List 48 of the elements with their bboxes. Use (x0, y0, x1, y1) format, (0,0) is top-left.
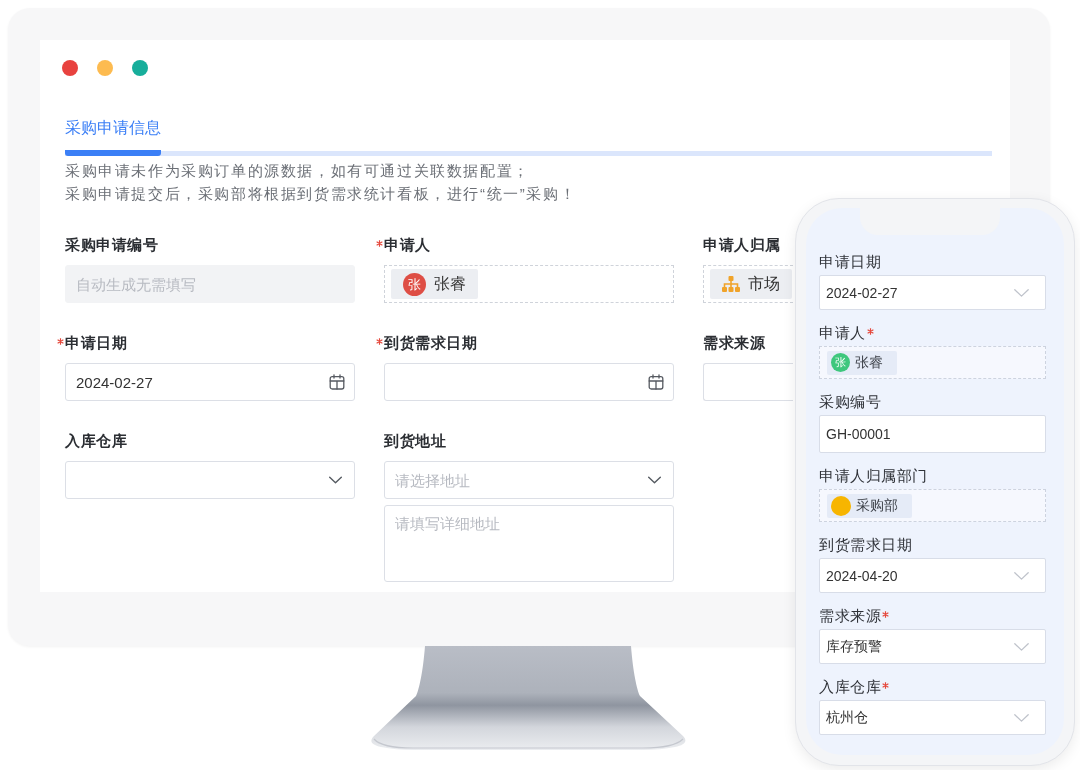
select-field[interactable]: 2024-04-20 (819, 558, 1046, 593)
department-dot-icon (831, 495, 851, 516)
member-name: 张睿 (855, 353, 883, 372)
tab[interactable]: 采购申请信息 (65, 117, 161, 156)
select-field[interactable]: 杭州仓 (819, 700, 1046, 735)
select-field[interactable] (65, 461, 355, 499)
member-field[interactable]: 张 张睿 (384, 265, 674, 303)
calendar-icon[interactable] (329, 374, 345, 390)
field-label: 申请人 (819, 324, 866, 342)
select-field[interactable]: 库存预警 (819, 629, 1046, 664)
field-label: 申请人 (384, 235, 431, 255)
field-label: 到货地址 (384, 431, 446, 451)
window-control-icon[interactable] (62, 60, 78, 76)
user-avatar: 张 (831, 353, 850, 372)
field-label: 需求来源 (703, 333, 765, 353)
department-field[interactable]: 采购部 (819, 489, 1046, 522)
department-name: 采购部 (856, 496, 898, 515)
window-control-icon[interactable] (97, 60, 113, 76)
date-field[interactable]: 2024-02-27 (65, 363, 355, 401)
chevron-down-icon[interactable] (648, 476, 661, 484)
window-control-icon[interactable] (132, 60, 148, 76)
member-name: 张睿 (434, 273, 466, 294)
field-label: 入库仓库 (65, 431, 127, 451)
calendar-icon[interactable] (648, 374, 664, 390)
text-field[interactable] (703, 363, 793, 401)
field-label: 申请人归属部门 (819, 467, 928, 485)
field-label: 采购申请编号 (65, 235, 158, 255)
field-label: 需求来源 (819, 607, 881, 625)
member-field[interactable]: 张 张睿 (819, 346, 1046, 379)
description-text: 采购申请未作为采购订单的源数据，如有可通过关联数据配置； (65, 161, 531, 181)
department-field[interactable]: 市场 (703, 265, 793, 303)
user-avatar: 张 (403, 272, 426, 296)
field-label: 到货需求日期 (384, 333, 477, 353)
select-field[interactable]: 请选择地址 (384, 461, 674, 499)
text-field[interactable]: GH-00001 (819, 415, 1046, 453)
field-label: 入库仓库 (819, 678, 881, 696)
date-field[interactable] (384, 363, 674, 401)
field-label: 申请日期 (819, 253, 881, 271)
field-label: 到货需求日期 (819, 536, 912, 554)
field-label: 申请日期 (65, 333, 127, 353)
select-field[interactable]: 2024-02-27 (819, 275, 1046, 310)
chevron-down-icon[interactable] (329, 476, 342, 484)
department-name: 市场 (748, 273, 780, 294)
org-chart-icon (722, 276, 740, 292)
field-label: 申请人归属 (703, 235, 781, 255)
description-text: 采购申请提交后，采购部将根据到货需求统计看板，进行“统一”采购！ (65, 184, 578, 204)
field-label: 采购编号 (819, 393, 881, 411)
textarea-field[interactable]: 请填写详细地址 (384, 505, 674, 582)
